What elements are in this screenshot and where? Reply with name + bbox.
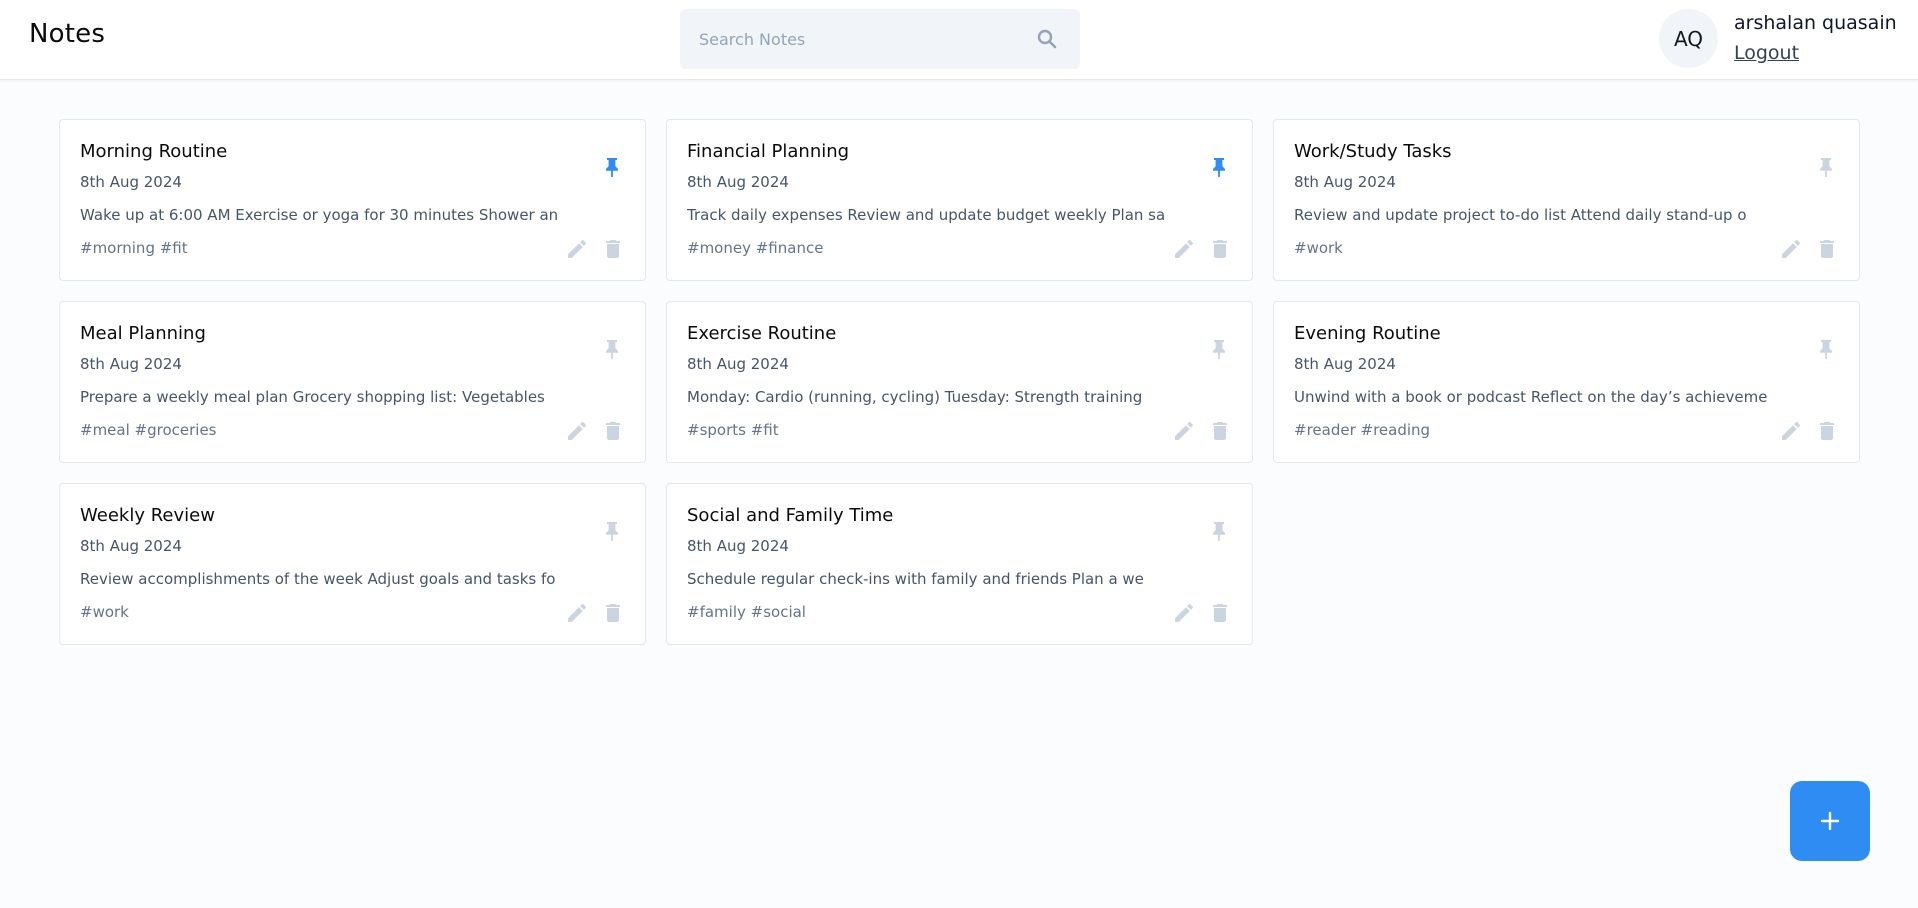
logout-link[interactable]: Logout: [1734, 42, 1799, 64]
delete-icon[interactable]: [1815, 419, 1839, 443]
note-tags: #sports #fit: [687, 421, 779, 439]
add-note-button[interactable]: [1790, 781, 1870, 861]
user-name: arshalan quasain: [1734, 12, 1897, 34]
pin-icon[interactable]: [1814, 337, 1838, 361]
note-tags: #family #social: [687, 603, 806, 621]
pin-icon[interactable]: [1207, 337, 1231, 361]
note-tags: #meal #groceries: [80, 421, 217, 439]
note-title: Morning Routine: [80, 141, 228, 162]
note-content: Review and update project to-do list Att…: [1294, 206, 1747, 224]
pin-icon[interactable]: [600, 337, 624, 361]
note-title: Weekly Review: [80, 505, 215, 526]
delete-icon[interactable]: [1815, 237, 1839, 261]
note-card[interactable]: Social and Family Time 8th Aug 2024 Sche…: [666, 483, 1253, 645]
delete-icon[interactable]: [601, 237, 625, 261]
note-card[interactable]: Evening Routine 8th Aug 2024 Unwind with…: [1273, 301, 1860, 463]
note-date: 8th Aug 2024: [687, 537, 789, 555]
note-title: Social and Family Time: [687, 505, 894, 526]
note-tags: #work: [80, 603, 129, 621]
delete-icon[interactable]: [601, 601, 625, 625]
note-content: Schedule regular check-ins with family a…: [687, 570, 1144, 588]
note-date: 8th Aug 2024: [1294, 355, 1396, 373]
edit-icon[interactable]: [565, 237, 589, 261]
edit-icon[interactable]: [565, 601, 589, 625]
note-date: 8th Aug 2024: [1294, 173, 1396, 191]
edit-icon[interactable]: [1779, 419, 1803, 443]
search-icon[interactable]: [1035, 27, 1059, 51]
note-card[interactable]: Meal Planning 8th Aug 2024 Prepare a wee…: [59, 301, 646, 463]
note-title: Meal Planning: [80, 323, 206, 344]
pin-icon[interactable]: [1814, 155, 1838, 179]
edit-icon[interactable]: [1779, 237, 1803, 261]
note-content: Track daily expenses Review and update b…: [687, 206, 1166, 224]
edit-icon[interactable]: [565, 419, 589, 443]
note-title: Work/Study Tasks: [1294, 141, 1452, 162]
note-card[interactable]: Work/Study Tasks 8th Aug 2024 Review and…: [1273, 119, 1860, 281]
pin-icon[interactable]: [600, 155, 624, 179]
note-card[interactable]: Weekly Review 8th Aug 2024 Review accomp…: [59, 483, 646, 645]
note-content: Review accomplishments of the week Adjus…: [80, 570, 556, 588]
edit-icon[interactable]: [1172, 601, 1196, 625]
note-date: 8th Aug 2024: [80, 537, 182, 555]
pin-icon[interactable]: [1207, 155, 1231, 179]
search-box: [680, 9, 1080, 69]
delete-icon[interactable]: [601, 419, 625, 443]
avatar: AQ: [1659, 9, 1718, 68]
delete-icon[interactable]: [1208, 601, 1232, 625]
app-title: Notes: [29, 19, 106, 49]
note-tags: #morning #fit: [80, 239, 188, 257]
plus-icon: [1820, 811, 1840, 831]
note-content: Wake up at 6:00 AM Exercise or yoga for …: [80, 206, 559, 224]
top-navbar: Notes AQ arshalan quasain Logout: [0, 0, 1918, 80]
note-tags: #reader #reading: [1294, 421, 1431, 439]
delete-icon[interactable]: [1208, 237, 1232, 261]
edit-icon[interactable]: [1172, 237, 1196, 261]
pin-icon[interactable]: [1207, 519, 1231, 543]
pin-icon[interactable]: [600, 519, 624, 543]
note-tags: #money #finance: [687, 239, 824, 257]
note-date: 8th Aug 2024: [80, 173, 182, 191]
note-title: Financial Planning: [687, 141, 850, 162]
note-tags: #work: [1294, 239, 1343, 257]
delete-icon[interactable]: [1208, 419, 1232, 443]
note-card[interactable]: Morning Routine 8th Aug 2024 Wake up at …: [59, 119, 646, 281]
note-card[interactable]: Exercise Routine 8th Aug 2024 Monday: Ca…: [666, 301, 1253, 463]
note-title: Exercise Routine: [687, 323, 837, 344]
note-title: Evening Routine: [1294, 323, 1441, 344]
note-content: Unwind with a book or podcast Reflect on…: [1294, 388, 1768, 406]
search-input[interactable]: [680, 9, 1020, 69]
note-content: Monday: Cardio (running, cycling) Tuesda…: [687, 388, 1143, 406]
note-date: 8th Aug 2024: [687, 173, 789, 191]
edit-icon[interactable]: [1172, 419, 1196, 443]
note-date: 8th Aug 2024: [80, 355, 182, 373]
note-date: 8th Aug 2024: [687, 355, 789, 373]
note-card[interactable]: Financial Planning 8th Aug 2024 Track da…: [666, 119, 1253, 281]
note-content: Prepare a weekly meal plan Grocery shopp…: [80, 388, 545, 406]
